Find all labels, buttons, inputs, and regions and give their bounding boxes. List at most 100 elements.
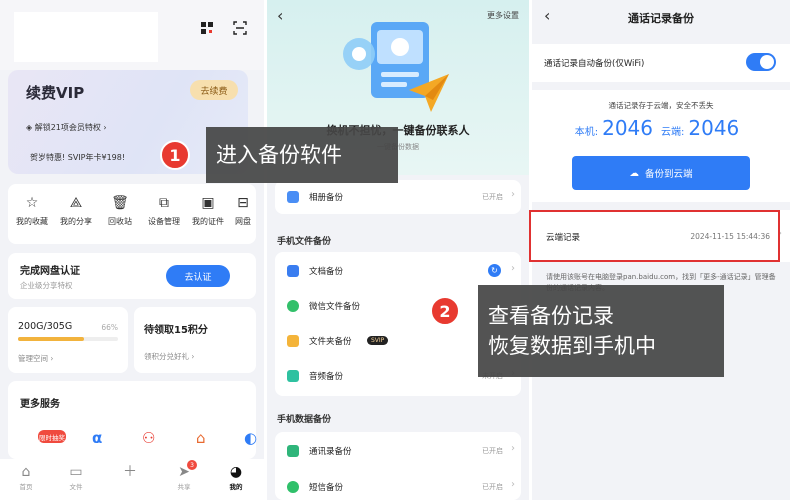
folder-icon xyxy=(287,335,299,347)
vip-promo-text[interactable]: 贺岁特惠! SVIP年卡¥198! xyxy=(30,152,125,163)
star-icon: ☆ xyxy=(25,195,39,211)
more-settings-link[interactable]: 更多设置 xyxy=(487,10,519,21)
more-services-title: 更多服务 xyxy=(20,399,60,410)
manage-space-link[interactable]: 管理空间 › xyxy=(18,353,53,364)
step-2-callout: 查看备份记录 恢复数据到手机中 xyxy=(478,285,724,377)
storage-bar xyxy=(18,337,118,341)
points-title: 待领取15积分 xyxy=(144,325,208,336)
profile-moon-icon: ◕ xyxy=(229,464,243,480)
step-2-badge: 2 xyxy=(430,296,460,326)
album-backup-card: 相册备份 已开启 › xyxy=(275,180,521,214)
step-2-text-line1: 查看备份记录 xyxy=(488,304,614,328)
photo-icon xyxy=(287,191,299,203)
data-backup-card: 通讯录备份 已开启 › 短信备份 已开启 › xyxy=(275,432,521,500)
tools-row: ☆ 我的收藏 ⟁ 我的分享 🗑 回收站 ⧉ 设备管理 ▣ 我的证件 ⊟ 网盘 xyxy=(8,184,256,244)
cloud-upload-icon: ☁ xyxy=(629,167,639,179)
storage-card[interactable]: 200G/305G 66% 管理空间 › xyxy=(8,307,128,373)
call-log-header: ‹ 通话记录备份 xyxy=(532,0,790,36)
drive-icon: ⊟ xyxy=(237,195,249,211)
tool-certificates[interactable]: ▣ 我的证件 xyxy=(186,194,230,227)
points-card[interactable]: 待领取15积分 领积分兑好礼 › xyxy=(134,307,256,373)
backup-panel: ‹ 更多设置 换机不担忧，一键备份联系人 一键备份数据 相册备份 已开启 › 手… xyxy=(267,0,529,500)
contacts-backup-row[interactable]: 通讯录备份 已开启 › xyxy=(275,434,521,468)
document-icon xyxy=(287,265,299,277)
backup-illustration-icon xyxy=(343,22,449,112)
album-backup-row[interactable]: 相册备份 已开启 › xyxy=(275,180,521,214)
points-link[interactable]: 领积分兑好礼 › xyxy=(144,351,194,362)
step-2-text-line2: 恢复数据到手机中 xyxy=(488,334,656,358)
ai-service-icon[interactable]: α xyxy=(92,429,102,447)
profile-header xyxy=(0,0,264,70)
user-info-redacted xyxy=(14,12,158,62)
tool-devices[interactable]: ⧉ 设备管理 xyxy=(142,194,186,227)
cloud-label: 云端: xyxy=(661,127,685,138)
auto-backup-row: 通话记录自动备份(仅WiFi) xyxy=(532,44,790,82)
scan-icon[interactable] xyxy=(232,20,248,36)
step-1-badge: 1 xyxy=(160,140,190,170)
lottery-badge: 限时抽奖 xyxy=(38,430,66,443)
verify-button[interactable]: 去认证 xyxy=(166,265,230,287)
svip-badge: SVIP xyxy=(367,336,389,345)
folder-icon: ▭ xyxy=(69,464,83,480)
page-title: 通话记录备份 xyxy=(628,12,694,25)
stats-note: 通话记录存于云端，安全不丢失 xyxy=(608,101,714,110)
data-backup-section-title: 手机数据备份 xyxy=(277,415,332,425)
vip-title: 续费VIP xyxy=(26,84,85,102)
tab-share[interactable]: ➤ 共享 xyxy=(164,463,204,491)
share-unread-badge: 3 xyxy=(187,460,197,470)
bottom-tabbar: ⌂ 首页 ▭ 文件 ＋ ➤ 共享 ◕ 我的 xyxy=(0,459,264,500)
wechat-icon xyxy=(287,300,299,312)
chevron-right-icon: › xyxy=(511,263,515,274)
vip-privilege-text[interactable]: ◈ 解锁21项会员特权 › xyxy=(26,122,107,133)
backup-to-cloud-button[interactable]: ☁ 备份到云端 xyxy=(572,156,750,190)
chevron-right-icon: › xyxy=(511,189,515,200)
step-1-text: 进入备份软件 xyxy=(216,143,342,167)
more-service-icon[interactable]: ◐ xyxy=(244,429,257,447)
sms-backup-row[interactable]: 短信备份 已开启 › xyxy=(275,470,521,500)
music-icon xyxy=(287,370,299,382)
step-1-callout: 进入备份软件 xyxy=(206,127,398,183)
doc-backup-row[interactable]: 文档备份 ↻ › xyxy=(275,254,521,288)
tool-shares[interactable]: ⟁ 我的分享 xyxy=(54,194,98,227)
more-services-card: 更多服务 ♔ α ⚇ ⌂ ◐ xyxy=(8,381,257,459)
renew-button[interactable]: 去续费 xyxy=(190,80,238,100)
sync-icon: ↻ xyxy=(488,264,501,277)
sms-icon xyxy=(287,481,299,493)
storage-percent: 66% xyxy=(101,323,118,332)
id-card-icon: ▣ xyxy=(201,195,215,211)
devices-icon: ⧉ xyxy=(159,195,169,211)
chevron-right-icon: › xyxy=(511,443,515,454)
tab-mine[interactable]: ◕ 我的 xyxy=(216,463,256,491)
qrcode-icon[interactable] xyxy=(199,20,215,36)
send-icon: ➤ xyxy=(178,464,190,480)
tab-files[interactable]: ▭ 文件 xyxy=(56,463,96,491)
local-count: 2046 xyxy=(602,116,653,140)
local-label: 本机: xyxy=(574,127,599,138)
file-backup-section-title: 手机文件备份 xyxy=(277,237,332,247)
tab-home[interactable]: ⌂ 首页 xyxy=(6,463,46,491)
trash-icon: 🗑 xyxy=(111,195,129,211)
auto-backup-label: 通话记录自动备份(仅WiFi) xyxy=(544,59,645,69)
highlight-box xyxy=(529,210,780,262)
share-icon: ⟁ xyxy=(69,195,83,211)
cloud-count: 2046 xyxy=(688,116,740,140)
auto-backup-toggle[interactable] xyxy=(746,53,776,71)
tool-recycle-bin[interactable]: 🗑 回收站 xyxy=(98,194,142,227)
toggle-knob xyxy=(760,55,774,69)
tab-add[interactable]: ＋ xyxy=(110,463,150,481)
back-arrow-icon[interactable]: ‹ xyxy=(277,6,283,25)
game-service-icon[interactable]: ⚇ xyxy=(142,429,155,447)
home-icon: ⌂ xyxy=(21,464,31,480)
storage-value: 200G/305G xyxy=(18,321,73,332)
verify-title: 完成网盘认证 xyxy=(20,266,80,277)
tool-favorites[interactable]: ☆ 我的收藏 xyxy=(10,194,54,227)
contacts-icon xyxy=(287,445,299,457)
plus-icon: ＋ xyxy=(123,464,137,480)
chevron-right-icon: › xyxy=(511,479,515,490)
stats-numbers: 本机: 2046 云端: 2046 xyxy=(532,116,790,140)
verify-card: 完成网盘认证 企业级分享特权 去认证 xyxy=(8,253,256,299)
tool-drive[interactable]: ⊟ 网盘 xyxy=(228,194,258,227)
verify-subtitle: 企业级分享特权 xyxy=(20,281,73,290)
store-service-icon[interactable]: ⌂ xyxy=(196,429,206,447)
call-log-stats-card: 通话记录存于云端，安全不丢失 本机: 2046 云端: 2046 ☁ 备份到云端 xyxy=(532,90,790,202)
